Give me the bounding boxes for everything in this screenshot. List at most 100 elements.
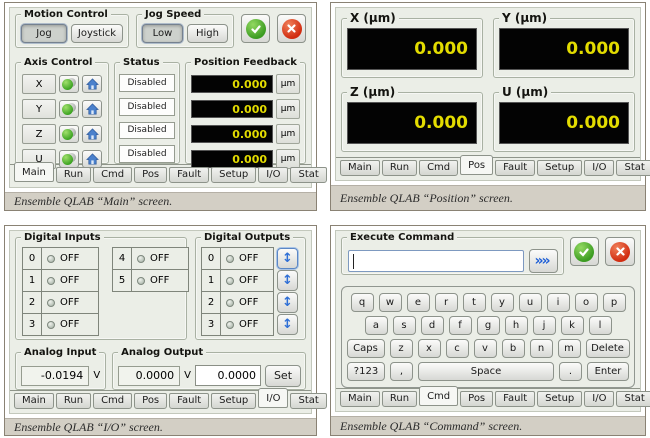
- tab-setup[interactable]: Setup: [211, 167, 257, 183]
- output-toggle-button[interactable]: ↕: [277, 292, 298, 313]
- key-m[interactable]: m: [557, 339, 581, 358]
- tab-main[interactable]: Main: [340, 160, 380, 176]
- key-x[interactable]: x: [417, 339, 441, 358]
- confirm-button[interactable]: [569, 237, 600, 266]
- tab-setup[interactable]: Setup: [537, 391, 583, 407]
- led-dot-icon: [226, 254, 234, 263]
- tab-pos[interactable]: Pos: [460, 391, 494, 407]
- joystick-button[interactable]: Joystick: [71, 24, 123, 43]
- tab-strip: Main Run Cmd Pos Fault Setup I/O Stat: [336, 386, 650, 411]
- key-t[interactable]: t: [462, 293, 486, 312]
- key-space[interactable]: Space: [418, 362, 554, 381]
- axis-home-button[interactable]: [82, 125, 102, 143]
- tab-cmd[interactable]: Cmd: [419, 160, 459, 176]
- key-v[interactable]: v: [473, 339, 497, 358]
- key-n[interactable]: n: [529, 339, 553, 358]
- tab-io[interactable]: I/O: [258, 167, 289, 183]
- confirm-button[interactable]: [241, 14, 270, 43]
- axis-enable-button[interactable]: [59, 100, 80, 118]
- key-o[interactable]: o: [574, 293, 598, 312]
- axis-home-button[interactable]: [82, 150, 102, 168]
- tab-io[interactable]: I/O: [584, 160, 615, 176]
- axis-enable-button[interactable]: [59, 75, 80, 93]
- axis-enable-button[interactable]: [59, 125, 80, 143]
- state-text: OFF: [60, 275, 80, 286]
- key-w[interactable]: w: [378, 293, 402, 312]
- state-text: OFF: [60, 319, 80, 330]
- tab-run[interactable]: Run: [55, 393, 92, 409]
- tab-cmd[interactable]: Cmd: [93, 167, 133, 183]
- tab-run[interactable]: Run: [381, 160, 418, 176]
- output-toggle-button[interactable]: ↕: [277, 248, 298, 269]
- key-q[interactable]: q: [350, 293, 374, 312]
- cancel-button[interactable]: [277, 14, 306, 43]
- command-input[interactable]: [349, 250, 523, 271]
- key-d[interactable]: d: [420, 316, 444, 335]
- output-toggle-button[interactable]: ↕: [277, 270, 298, 291]
- key-i[interactable]: i: [546, 293, 570, 312]
- tab-stat[interactable]: Stat: [290, 393, 327, 409]
- axis-u-group: U (µm) 0.000: [493, 84, 635, 152]
- tab-io[interactable]: I/O: [584, 391, 615, 407]
- key-comma[interactable]: ,: [390, 362, 413, 381]
- key-h[interactable]: h: [504, 316, 528, 335]
- channel-number: 1: [22, 269, 42, 292]
- tab-stat[interactable]: Stat: [616, 160, 650, 176]
- tab-stat[interactable]: Stat: [616, 391, 650, 407]
- tab-run[interactable]: Run: [381, 391, 418, 407]
- axis-home-button[interactable]: [82, 75, 102, 93]
- tab-main[interactable]: Main: [340, 391, 380, 407]
- key-period[interactable]: .: [559, 362, 582, 381]
- key-z[interactable]: z: [389, 339, 413, 358]
- key-c[interactable]: c: [445, 339, 469, 358]
- key-delete[interactable]: Delete: [585, 339, 630, 358]
- key-s[interactable]: s: [392, 316, 416, 335]
- jog-button[interactable]: Jog: [21, 24, 67, 43]
- set-button[interactable]: Set: [265, 364, 301, 387]
- key-l[interactable]: l: [588, 316, 612, 335]
- key-k[interactable]: k: [560, 316, 584, 335]
- low-speed-button[interactable]: Low: [142, 24, 183, 43]
- axis-enable-button[interactable]: [59, 150, 80, 168]
- key-f[interactable]: f: [448, 316, 472, 335]
- output-toggle-button[interactable]: ↕: [277, 314, 298, 335]
- high-speed-button[interactable]: High: [187, 24, 228, 43]
- tab-fault[interactable]: Fault: [495, 391, 536, 407]
- key-r[interactable]: r: [434, 293, 458, 312]
- key-p[interactable]: p: [602, 293, 626, 312]
- key-a[interactable]: a: [364, 316, 388, 335]
- key-enter[interactable]: Enter: [587, 362, 629, 381]
- tab-setup[interactable]: Setup: [211, 393, 257, 409]
- axis-home-button[interactable]: [82, 100, 102, 118]
- key-y[interactable]: y: [490, 293, 514, 312]
- tab-fault[interactable]: Fault: [495, 160, 536, 176]
- tab-main[interactable]: Main: [14, 393, 54, 409]
- send-command-button[interactable]: »»: [528, 248, 558, 273]
- tab-pos[interactable]: Pos: [134, 167, 168, 183]
- key-symbols[interactable]: ?123: [347, 362, 385, 381]
- key-j[interactable]: j: [532, 316, 556, 335]
- tab-cmd[interactable]: Cmd: [419, 386, 459, 406]
- tab-main[interactable]: Main: [14, 162, 54, 182]
- key-caps[interactable]: Caps: [346, 339, 385, 358]
- unit-label: µm: [276, 99, 300, 119]
- tab-pos[interactable]: Pos: [460, 155, 494, 175]
- analog-output-input[interactable]: [195, 365, 261, 386]
- x-circle-icon: [281, 18, 302, 39]
- tab-io[interactable]: I/O: [258, 388, 289, 408]
- tab-setup[interactable]: Setup: [537, 160, 583, 176]
- key-g[interactable]: g: [476, 316, 500, 335]
- tab-pos[interactable]: Pos: [134, 393, 168, 409]
- tab-stat[interactable]: Stat: [290, 167, 327, 183]
- tab-cmd[interactable]: Cmd: [93, 393, 133, 409]
- key-e[interactable]: e: [406, 293, 430, 312]
- tab-fault[interactable]: Fault: [169, 393, 210, 409]
- tab-fault[interactable]: Fault: [169, 167, 210, 183]
- command-panel: Execute Command »» q w e r t y u i o p a…: [335, 230, 650, 412]
- tab-run[interactable]: Run: [55, 167, 92, 183]
- cancel-button[interactable]: [605, 237, 636, 266]
- key-u[interactable]: u: [518, 293, 542, 312]
- channel-number: 2: [22, 291, 42, 314]
- state-text: OFF: [60, 253, 80, 264]
- key-b[interactable]: b: [501, 339, 525, 358]
